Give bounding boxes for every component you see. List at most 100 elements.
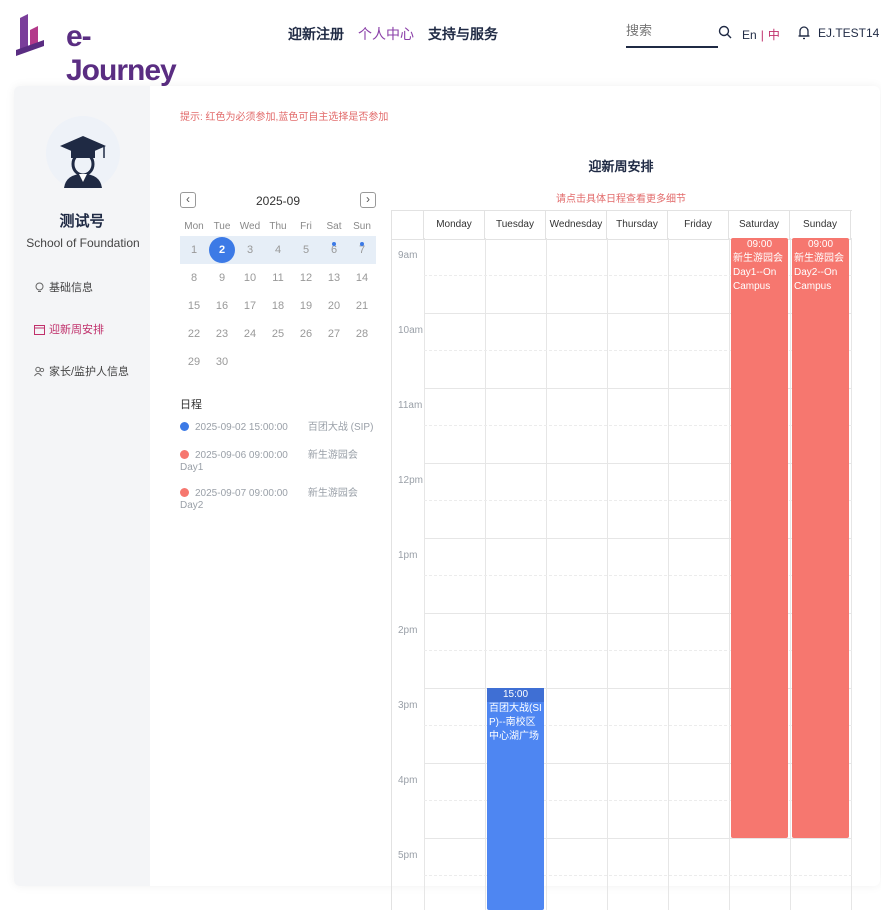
time-label: 4pm xyxy=(398,775,418,786)
weekday-label: Thu xyxy=(269,220,287,232)
nav-support[interactable]: 支持与服务 xyxy=(428,24,498,44)
check-circle-icon xyxy=(180,422,189,431)
day-header: Tuesday xyxy=(485,211,546,239)
time-label: 12pm xyxy=(398,475,424,486)
schedule-time: 2025-09-02 15:00:00 xyxy=(195,422,288,433)
calendar-day[interactable]: 13 xyxy=(320,272,348,284)
people-icon xyxy=(34,366,45,376)
search-input[interactable] xyxy=(626,23,712,38)
calendar-day[interactable]: 30 xyxy=(208,356,236,368)
calendar-day[interactable]: 22 xyxy=(180,328,208,340)
language-switch: En | 中 xyxy=(742,26,780,43)
time-label: 2pm xyxy=(398,625,418,636)
sidebar-item-label: 家长/监护人信息 xyxy=(49,366,130,378)
event-time: 15:00 xyxy=(487,688,544,702)
calendar-day[interactable]: 3 xyxy=(236,244,264,256)
weekday-label: Sun xyxy=(353,220,371,232)
calendar-day[interactable]: 29 xyxy=(180,356,208,368)
calendar-day[interactable]: 9 xyxy=(208,272,236,284)
event-title: 百团大战(SIP)--南校区中心湖广场 xyxy=(489,703,542,742)
weekday-row: Mon Tue Wed Thu Fri Sat Sun xyxy=(180,216,376,236)
main-card: 测试号 School of Foundation 基础信息 迎新周安排 家长/监… xyxy=(14,86,880,910)
calendar-day[interactable]: 26 xyxy=(292,328,320,340)
schedule-title: 日程 xyxy=(180,399,202,411)
weekday-label: Fri xyxy=(300,220,312,232)
day-header: Saturday xyxy=(729,211,790,239)
calendar-day[interactable]: 21 xyxy=(348,300,376,312)
calendar-day[interactable]: 11 xyxy=(264,272,292,284)
weekday-label: Tue xyxy=(213,220,231,232)
event-title: 新生游园会Day2--On Campus xyxy=(794,253,844,292)
check-circle-icon xyxy=(180,450,189,459)
calendar-day[interactable]: 12 xyxy=(292,272,320,284)
username[interactable]: EJ.TEST14 xyxy=(818,26,879,40)
week-subtitle: 请点击具体日程查看更多细节 xyxy=(556,194,686,205)
calendar-day[interactable]: 8 xyxy=(180,272,208,284)
schedule-time: 2025-09-07 09:00:00 xyxy=(195,488,288,499)
calendar-header: ‹ 2025-09 › xyxy=(180,192,376,212)
main-nav: 迎新注册 个人中心 支持与服务 xyxy=(288,24,498,44)
next-month-button[interactable]: › xyxy=(360,192,376,208)
calendar-day[interactable]: 1 xyxy=(180,244,208,256)
sidebar-item-basic-info[interactable]: 基础信息 xyxy=(34,279,93,295)
schedule-item[interactable]: 2025-09-07 09:00:00 新生游园会 Day2 xyxy=(180,488,376,512)
calendar-event[interactable]: 15:00 百团大战(SIP)--南校区中心湖广场 xyxy=(487,688,544,910)
calendar-event[interactable]: 09:00 新生游园会Day2--On Campus xyxy=(792,238,849,838)
bulb-icon xyxy=(35,282,44,292)
calendar-day[interactable]: 24 xyxy=(236,328,264,340)
sidebar-item-guardian-info[interactable]: 家长/监护人信息 xyxy=(34,363,129,379)
calendar-day[interactable]: 28 xyxy=(348,328,376,340)
grid-vline xyxy=(424,238,425,910)
calendar-day[interactable]: 7 xyxy=(348,242,376,256)
corner-cell xyxy=(392,211,424,239)
avatar xyxy=(46,116,120,190)
sidebar: 测试号 School of Foundation 基础信息 迎新周安排 家长/监… xyxy=(14,86,150,886)
lang-zh[interactable]: 中 xyxy=(768,28,780,42)
e-journey-logo[interactable]: e-Journey xyxy=(14,8,177,87)
calendar-day[interactable]: 6 xyxy=(320,242,348,256)
calendar-day[interactable]: 27 xyxy=(320,328,348,340)
calendar-day[interactable]: 25 xyxy=(264,328,292,340)
calendar-day[interactable]: 10 xyxy=(236,272,264,284)
schedule-item[interactable]: 2025-09-06 09:00:00 新生游园会 Day1 xyxy=(180,450,376,474)
calendar-day[interactable]: 19 xyxy=(292,300,320,312)
grid-vline xyxy=(607,238,608,910)
sidebar-item-label: 迎新周安排 xyxy=(49,324,104,336)
lang-en[interactable]: En xyxy=(742,28,757,42)
calendar-icon xyxy=(34,324,45,335)
schedule-name: 百团大战 (SIP) xyxy=(307,422,374,433)
search-icon[interactable] xyxy=(718,25,732,39)
time-label: 9am xyxy=(398,250,418,261)
bell-icon[interactable] xyxy=(797,24,811,40)
logo-mark-icon xyxy=(16,14,44,56)
calendar-day[interactable]: 14 xyxy=(348,272,376,284)
calendar-day[interactable]: 15 xyxy=(180,300,208,312)
time-label: 5pm xyxy=(398,850,418,861)
calendar-day[interactable]: 2 xyxy=(208,237,236,263)
calendar-week: 29 30 xyxy=(180,348,376,376)
time-label: 11am xyxy=(398,400,423,411)
student-name: 测试号 xyxy=(59,213,105,230)
grid-vline xyxy=(485,238,486,910)
nav-personal-center[interactable]: 个人中心 xyxy=(358,24,414,44)
weekday-label: Mon xyxy=(184,220,204,232)
calendar-day[interactable]: 16 xyxy=(208,300,236,312)
calendar-day[interactable]: 20 xyxy=(320,300,348,312)
calendar-day[interactable]: 17 xyxy=(236,300,264,312)
day-header: Wednesday xyxy=(546,211,607,239)
school-name: School of Foundation xyxy=(26,236,140,250)
sidebar-item-welcome-week[interactable]: 迎新周安排 xyxy=(34,321,104,337)
schedule-item[interactable]: 2025-09-02 15:00:00 百团大战 (SIP) xyxy=(180,422,376,434)
grid-vline xyxy=(790,238,791,910)
nav-registration[interactable]: 迎新注册 xyxy=(288,24,344,44)
calendar-day[interactable]: 23 xyxy=(208,328,236,340)
event-dot xyxy=(360,242,364,246)
calendar-event[interactable]: 09:00 新生游园会Day1--On Campus xyxy=(731,238,788,838)
calendar-day[interactable]: 5 xyxy=(292,244,320,256)
calendar-day[interactable]: 4 xyxy=(264,244,292,256)
calendar-day[interactable]: 18 xyxy=(264,300,292,312)
grid-vline xyxy=(546,238,547,910)
search-box xyxy=(626,22,718,48)
mini-calendar: Mon Tue Wed Thu Fri Sat Sun 1 2 3 4 5 6 7 8 9 10 11 12 13 14… xyxy=(180,216,376,376)
event-time: 09:00 xyxy=(746,239,773,250)
